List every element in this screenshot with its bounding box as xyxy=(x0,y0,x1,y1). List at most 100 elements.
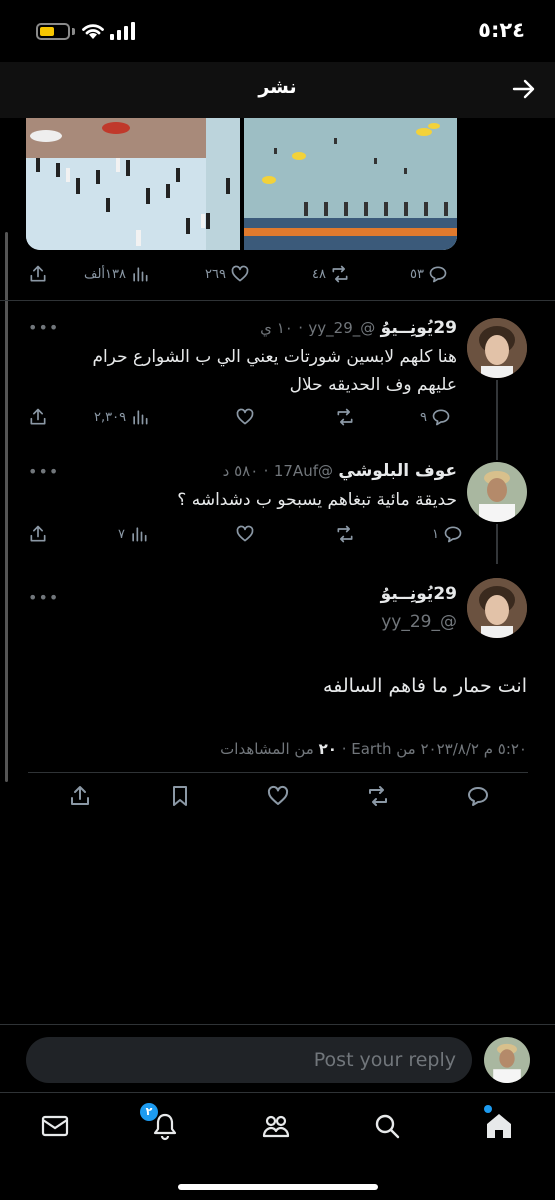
home-icon[interactable] xyxy=(484,1111,514,1141)
avatar[interactable] xyxy=(467,578,527,638)
reply-button[interactable]: ١ xyxy=(432,522,463,546)
reply-text-line: هنا كلهم لابسين شورتات يعني الي ب الشوار… xyxy=(92,347,457,367)
reply-actions: ٧ ١ xyxy=(0,522,555,546)
views-count: ١٣٨ألف xyxy=(84,266,126,282)
like-button[interactable] xyxy=(266,784,290,808)
replies-count: ١ xyxy=(432,526,439,542)
views-count: ٧ xyxy=(118,526,125,542)
retweet-button[interactable] xyxy=(366,784,390,808)
reply-input[interactable]: Post your reply xyxy=(26,1037,472,1083)
page-title: نشر xyxy=(258,76,297,98)
more-options-icon[interactable]: ••• xyxy=(28,588,59,607)
divider xyxy=(28,772,528,773)
focused-tweet-actions xyxy=(0,784,555,810)
cellular-signal-icon xyxy=(110,22,135,40)
reply-button[interactable] xyxy=(466,784,490,808)
battery-icon xyxy=(36,23,70,40)
scrollbar[interactable] xyxy=(5,232,8,782)
reply-text-line: عليهم وف الحديقه حلال xyxy=(289,375,457,395)
author-handle[interactable]: @_29_yy xyxy=(381,612,457,632)
first-tweet-actions: ١٣٨ألف ٢٦٩ ٤٨ ٥٣ xyxy=(0,262,555,286)
reply-icon xyxy=(468,787,488,806)
retweet-button[interactable]: ٤٨ xyxy=(312,262,350,286)
reply-composer: Post your reply xyxy=(0,1024,555,1092)
views-button[interactable]: ٧ xyxy=(118,522,149,546)
likes-count: ٢٦٩ xyxy=(205,266,226,282)
top-bar: نشر xyxy=(0,62,555,118)
new-posts-dot xyxy=(484,1105,492,1113)
like-button[interactable] xyxy=(235,405,255,429)
heart-icon xyxy=(236,408,254,425)
like-button[interactable]: ٢٦٩ xyxy=(205,262,250,286)
back-arrow-icon[interactable] xyxy=(511,76,537,102)
reply-text: حديقة مائية تبغاهم يسبحو ب دشداشه ؟ xyxy=(177,486,457,514)
share-icon xyxy=(71,786,89,805)
post-time: ٥٨٠ د xyxy=(222,462,259,480)
author-handle[interactable]: @_29_yy xyxy=(308,319,375,337)
tweet-image-right[interactable] xyxy=(244,118,457,250)
views-label: من المشاهدات xyxy=(220,740,314,758)
author-name[interactable]: 29يُونِــيوُ xyxy=(381,584,457,604)
author-name-line: 29يُونِــيوُ xyxy=(381,584,457,604)
divider xyxy=(0,300,555,301)
retweet-icon xyxy=(369,786,387,806)
bookmark-button[interactable] xyxy=(168,784,192,808)
reply-text: هنا كلهم لابسين شورتات يعني الي ب الشوار… xyxy=(92,343,457,399)
retweet-icon xyxy=(337,408,353,426)
communities-icon[interactable] xyxy=(261,1111,291,1141)
heart-icon xyxy=(236,525,254,542)
author-handle[interactable]: @17Auf xyxy=(274,462,333,480)
tweet-meta: ٥:٢٠ م ٢٠٢٣/٨/٢ من Earth · ٢٠ من المشاهد… xyxy=(220,740,527,758)
author-name[interactable]: 29يُونِــيوُ xyxy=(381,318,457,338)
notifications-badge: ٢ xyxy=(140,1103,158,1121)
search-icon[interactable] xyxy=(372,1111,402,1141)
share-button[interactable] xyxy=(28,522,48,546)
retweet-icon xyxy=(337,525,353,543)
post-time: ١٠ ي xyxy=(260,319,293,337)
views-count: ٢٠ xyxy=(318,740,337,758)
status-bar: ٥:٢٤ xyxy=(0,0,555,62)
heart-icon xyxy=(267,785,289,805)
views-button[interactable]: ١٣٨ألف xyxy=(84,262,150,286)
author-name[interactable]: عوف البلوشي xyxy=(338,461,457,481)
reply-header: 29يُونِــيوُ @_29_yy · ١٠ ي xyxy=(260,318,457,338)
share-icon xyxy=(30,408,46,425)
reply-icon xyxy=(444,526,462,543)
bookmark-icon xyxy=(173,786,187,806)
share-icon xyxy=(30,525,46,542)
retweet-button[interactable] xyxy=(335,405,355,429)
views-icon xyxy=(132,527,147,542)
home-indicator xyxy=(178,1184,378,1190)
views-icon xyxy=(133,410,148,425)
more-options-icon[interactable]: ••• xyxy=(28,462,59,481)
views-icon xyxy=(133,267,148,282)
more-options-icon[interactable]: ••• xyxy=(28,318,59,337)
reply-actions: ٢,٣٠٩ ٩ xyxy=(0,405,555,429)
share-icon xyxy=(30,265,46,282)
status-time: ٥:٢٤ xyxy=(478,18,525,42)
reply-button[interactable]: ٩ xyxy=(420,405,451,429)
share-button[interactable] xyxy=(68,784,92,808)
reply-header: عوف البلوشي @17Auf · ٥٨٠ د xyxy=(222,461,457,481)
views-count: ٢,٣٠٩ xyxy=(94,409,127,425)
like-button[interactable] xyxy=(235,522,255,546)
retweets-count: ٤٨ xyxy=(312,266,326,282)
post-datetime: ٥:٢٠ م ٢٠٢٣/٨/٢ من Earth xyxy=(351,740,527,758)
messages-icon[interactable] xyxy=(40,1111,70,1141)
reply-icon xyxy=(432,409,450,426)
focused-tweet-text: انت حمار ما فاهم السالفه xyxy=(323,675,527,697)
avatar[interactable] xyxy=(484,1037,530,1083)
reply-icon xyxy=(429,266,447,283)
avatar[interactable] xyxy=(467,318,527,378)
replies-count: ٩ xyxy=(420,409,427,425)
replies-count: ٥٣ xyxy=(410,266,424,282)
share-button[interactable] xyxy=(28,262,48,286)
retweet-button[interactable] xyxy=(335,522,355,546)
battery-tip xyxy=(72,28,75,35)
avatar[interactable] xyxy=(467,462,527,522)
share-button[interactable] xyxy=(28,405,48,429)
views-button[interactable]: ٢,٣٠٩ xyxy=(94,405,150,429)
retweet-icon xyxy=(332,265,348,283)
reply-button[interactable]: ٥٣ xyxy=(410,262,448,286)
tweet-image-left[interactable] xyxy=(26,118,240,250)
